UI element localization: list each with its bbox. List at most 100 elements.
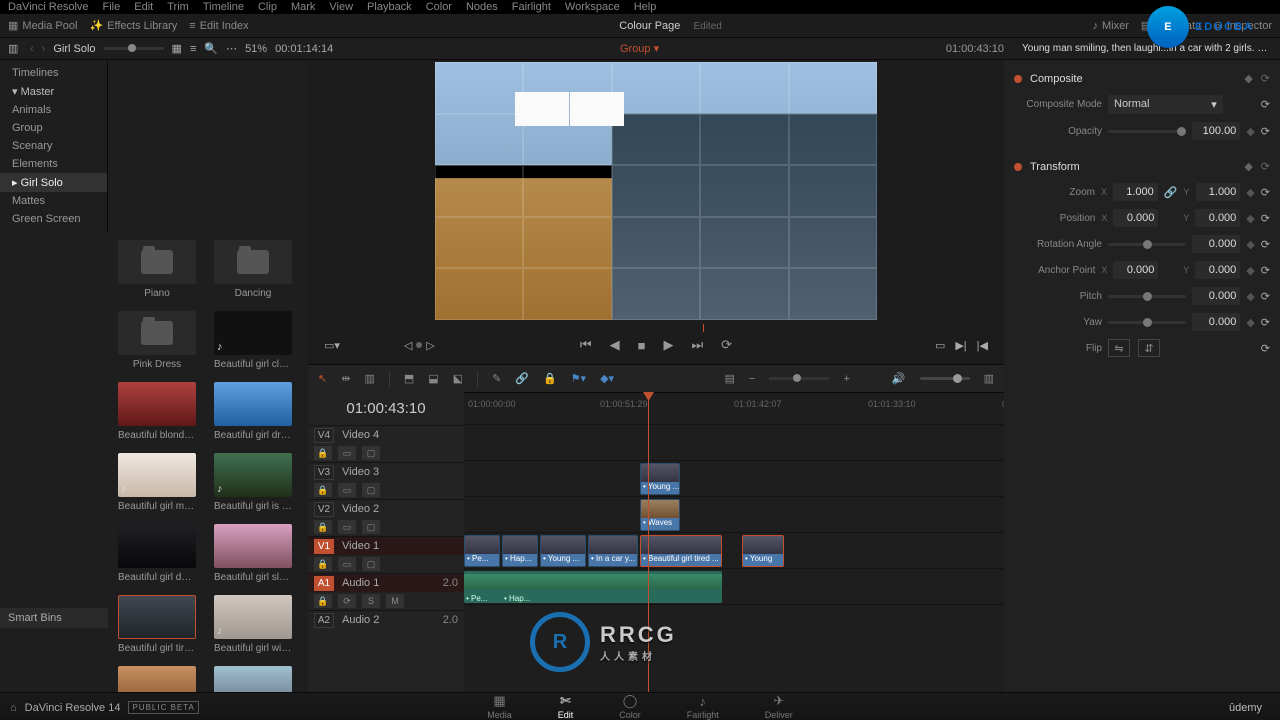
tree-mattes[interactable]: Mattes: [0, 192, 107, 210]
reset-icon[interactable]: ⟳: [1261, 316, 1270, 329]
menu-clip[interactable]: Clip: [258, 1, 277, 13]
composite-enable-dot[interactable]: [1014, 75, 1022, 83]
smart-bins-header[interactable]: Smart Bins: [0, 608, 108, 628]
keyframe-icon[interactable]: ◆: [1246, 264, 1254, 277]
chevron-left-icon[interactable]: ‹: [30, 43, 34, 55]
next-clip-icon[interactable]: ▶|: [955, 339, 966, 352]
keyframe-icon[interactable]: ◆: [1246, 290, 1254, 303]
insert-icon[interactable]: ⬒: [404, 372, 414, 385]
reset-icon[interactable]: ⟳: [1261, 212, 1270, 225]
track-enable-v4[interactable]: ▭: [338, 446, 356, 460]
clip-v2[interactable]: • Waves: [640, 499, 680, 531]
thumbnail-2[interactable]: Pink Dress: [118, 311, 196, 370]
pitch-slider[interactable]: [1108, 295, 1186, 298]
zoom-x-value[interactable]: 1.000: [1113, 183, 1158, 201]
workspace-media[interactable]: ▦Media: [487, 693, 512, 720]
volume-slider[interactable]: [920, 377, 970, 380]
step-back-icon[interactable]: ◀: [610, 337, 620, 353]
thumbnail-0[interactable]: Piano: [118, 240, 196, 299]
menu-nodes[interactable]: Nodes: [466, 1, 498, 13]
keyframe-icon[interactable]: ◆: [1246, 125, 1254, 138]
link-icon[interactable]: 🔗: [515, 372, 529, 385]
options-icon[interactable]: ⋯: [226, 42, 237, 55]
anchor-y-value[interactable]: 0.000: [1195, 261, 1240, 279]
track-id-v3[interactable]: V3: [314, 465, 334, 480]
opacity-value[interactable]: 100.00: [1192, 122, 1240, 140]
dim-icon[interactable]: ▥: [984, 372, 994, 385]
clip-v1-4[interactable]: • Beautiful girl tired ...: [640, 535, 722, 567]
track-id-a1[interactable]: A1: [314, 576, 334, 591]
thumbnail-3[interactable]: ♪Beautiful girl cleanin...: [214, 311, 292, 370]
thumbnail-1[interactable]: Dancing: [214, 240, 292, 299]
thumbnail-5[interactable]: Beautiful girl drinks ...: [214, 382, 292, 441]
thumbnail-11[interactable]: ♪Beautiful girl with a l...: [214, 595, 292, 654]
workspace-deliver[interactable]: ✈Deliver: [765, 693, 793, 720]
track-lock-v4[interactable]: 🔒: [314, 446, 332, 460]
tree-elements[interactable]: Elements: [0, 155, 107, 173]
opacity-slider[interactable]: [1108, 130, 1186, 133]
reset-icon[interactable]: ⟳: [1261, 160, 1270, 173]
keyframe-icon[interactable]: ◆: [1246, 212, 1254, 225]
keyframe-icon[interactable]: ◆: [1246, 186, 1254, 199]
menu-workspace[interactable]: Workspace: [565, 1, 620, 13]
thumbnail-4[interactable]: Beautiful blond girl ...: [118, 382, 196, 441]
overwrite-icon[interactable]: ⬓: [428, 372, 438, 385]
composite-mode-select[interactable]: Normal▾: [1108, 95, 1223, 114]
flip-v-button[interactable]: ⇵: [1138, 339, 1160, 357]
track-id-v2[interactable]: V2: [314, 502, 334, 517]
lock-icon[interactable]: 🔒: [543, 372, 557, 385]
last-clip-icon[interactable]: |◀: [977, 339, 988, 352]
list-view-icon[interactable]: ≡: [190, 43, 196, 55]
tree-master[interactable]: ▾ Master: [0, 82, 107, 101]
menu-help[interactable]: Help: [634, 1, 657, 13]
clip-v1-5[interactable]: • Young: [742, 535, 784, 567]
tree-greenscreen[interactable]: Green Screen: [0, 210, 107, 228]
reset-icon[interactable]: ⟳: [1261, 98, 1270, 111]
reset-icon[interactable]: ⟳: [1261, 264, 1270, 277]
track-lanes[interactable]: 01:00:00:00 01:00:51:29 01:01:42:07 01:0…: [464, 392, 1004, 696]
timeline-ruler[interactable]: 01:00:00:00 01:00:51:29 01:01:42:07 01:0…: [464, 392, 1004, 424]
transform-header[interactable]: Transform: [1030, 161, 1080, 173]
mute-icon[interactable]: 🔊: [892, 372, 906, 385]
reset-icon[interactable]: ⟳: [1261, 238, 1270, 251]
menu-view[interactable]: View: [329, 1, 353, 13]
thumbnail-6[interactable]: ♪Beautiful girl makes ...: [118, 453, 196, 512]
timeline-view-icon[interactable]: ▤: [725, 372, 735, 385]
zoom-y-value[interactable]: 1.000: [1196, 183, 1241, 201]
menu-fairlight[interactable]: Fairlight: [512, 1, 551, 13]
workspace-edit[interactable]: ✄Edit: [558, 693, 574, 720]
clip-v1-0[interactable]: • Pe...: [464, 535, 500, 567]
clip-v1-2[interactable]: • Young ...: [540, 535, 586, 567]
reset-icon[interactable]: ⟳: [1261, 186, 1270, 199]
workspace-fairlight[interactable]: ♪Fairlight: [687, 694, 719, 720]
tree-animals[interactable]: Animals: [0, 101, 107, 119]
reset-icon[interactable]: ⟳: [1261, 125, 1270, 138]
workspace-color[interactable]: ◯Color: [619, 693, 641, 720]
viewer-zoom[interactable]: 51%: [245, 43, 267, 55]
playhead[interactable]: [648, 392, 649, 696]
menu-edit[interactable]: Edit: [134, 1, 153, 13]
chevron-right-icon[interactable]: ›: [42, 43, 46, 55]
tree-group[interactable]: Group: [0, 119, 107, 137]
stop-icon[interactable]: ■: [638, 338, 646, 353]
rotation-slider[interactable]: [1108, 243, 1186, 246]
link-icon[interactable]: 🔗: [1164, 186, 1178, 199]
effects-library-toggle[interactable]: ✨ Effects Library: [89, 19, 177, 32]
clip-v1-3[interactable]: • In a car y...: [588, 535, 638, 567]
loop-icon[interactable]: ⟳: [721, 337, 732, 353]
thumbnail-10[interactable]: Beautiful girl tired w...: [118, 595, 196, 654]
prev-edit-icon[interactable]: ◁: [404, 339, 412, 352]
tree-timelines[interactable]: Timelines: [0, 64, 107, 82]
reset-icon[interactable]: ⟳: [1261, 72, 1270, 85]
keyframe-icon[interactable]: ◆: [1246, 316, 1254, 329]
keyframe-icon[interactable]: ◆: [1244, 72, 1252, 85]
replace-icon[interactable]: ⬕: [453, 372, 463, 385]
clip-v1-1[interactable]: • Hap...: [502, 535, 538, 567]
trim-tool-icon[interactable]: ⇹: [341, 372, 350, 385]
menu-file[interactable]: File: [103, 1, 121, 13]
group-dropdown[interactable]: Group ▾: [341, 42, 938, 55]
reset-icon[interactable]: ⟳: [1261, 342, 1270, 355]
track-thumb-v4[interactable]: ▢: [362, 446, 380, 460]
marker-icon[interactable]: ◆▾: [600, 372, 614, 385]
rotation-value[interactable]: 0.000: [1192, 235, 1240, 253]
